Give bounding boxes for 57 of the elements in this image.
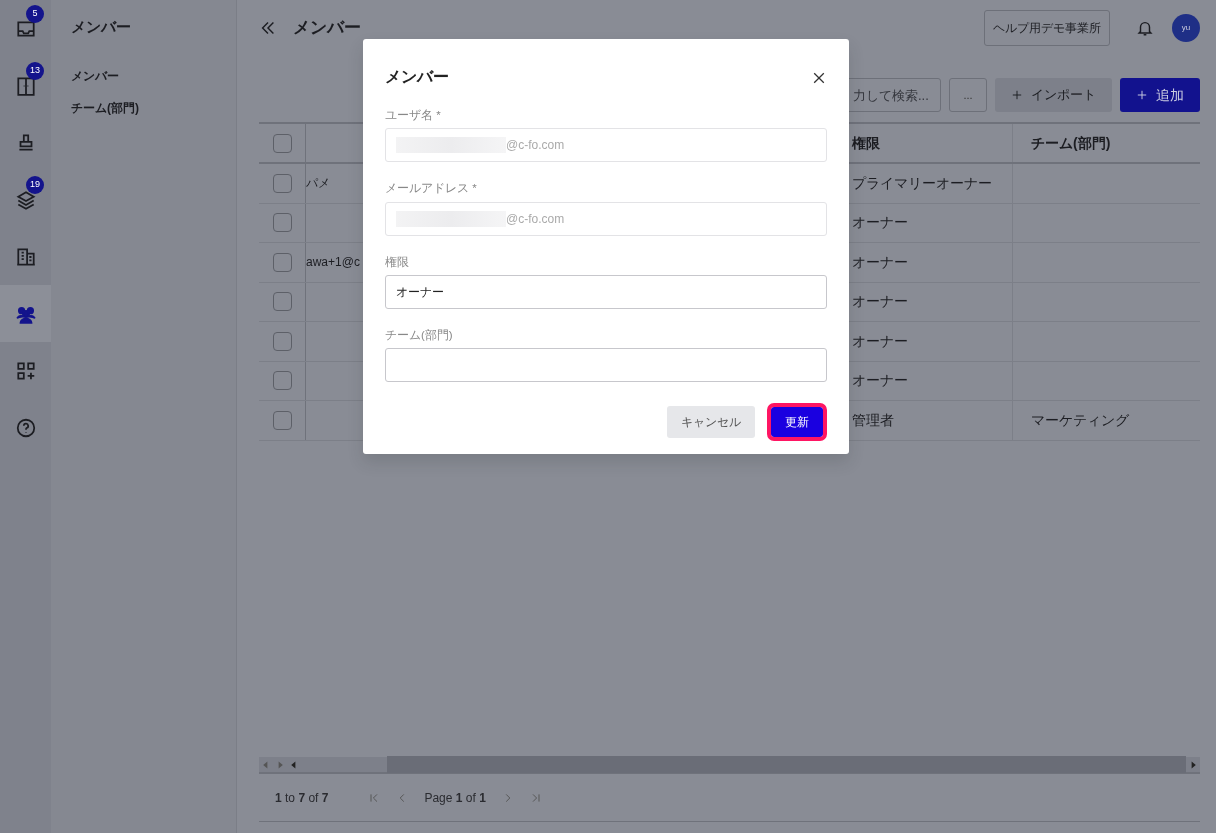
- checkbox[interactable]: [272, 252, 292, 272]
- add-button[interactable]: 追加: [1120, 78, 1200, 112]
- count-badge: 19: [26, 176, 44, 194]
- row-count: 1 to 7 of 7: [275, 789, 329, 807]
- column-header: 権限: [852, 134, 880, 151]
- office-button[interactable]: ヘルプ用デモ事業所: [984, 10, 1110, 46]
- checkbox[interactable]: [272, 410, 292, 430]
- checkbox[interactable]: [272, 133, 292, 153]
- modal-title: メンバー: [385, 67, 449, 87]
- rail-nav-item[interactable]: 13: [0, 57, 51, 114]
- user-avatar[interactable]: yu: [1172, 14, 1200, 42]
- input-field: @c-fo.com: [385, 128, 827, 163]
- import-button[interactable]: インポート: [995, 78, 1112, 112]
- rail-nav-item[interactable]: 19: [0, 171, 51, 228]
- submenu-item[interactable]: メンバー: [71, 66, 216, 85]
- count-badge: 5: [26, 5, 44, 23]
- input-field: @c-fo.com: [385, 201, 827, 236]
- rail-nav-item[interactable]: 5: [0, 0, 51, 57]
- field-label: チーム(部門): [385, 327, 454, 343]
- collapse-icon: [259, 19, 277, 37]
- table-cell: オーナー: [852, 253, 908, 270]
- page-title: メンバー: [293, 17, 361, 40]
- building-icon: [14, 245, 37, 268]
- checkbox[interactable]: [272, 371, 292, 391]
- apps-add-icon: [14, 359, 37, 382]
- table-cell: オーナー: [852, 372, 908, 389]
- horizontal-scrollbar[interactable]: [259, 757, 1200, 774]
- bell-icon: [1136, 19, 1154, 37]
- table-cell-text: マーケティング: [1031, 410, 1129, 430]
- field-label: メールアドレス *: [385, 181, 478, 197]
- table-cell: プライマリーオーナー: [852, 174, 992, 191]
- table-cell: 管理者: [852, 411, 894, 428]
- help-icon: [14, 416, 37, 439]
- page-indicator: Page 1 of 1: [424, 789, 486, 807]
- plus-icon: [1011, 89, 1023, 101]
- input-field[interactable]: [385, 348, 827, 382]
- submenu-item[interactable]: チーム(部門): [71, 98, 216, 117]
- more-button[interactable]: ...: [949, 78, 987, 112]
- table-cell: オーナー: [852, 214, 908, 231]
- count-badge: 13: [26, 62, 44, 80]
- column-header: チーム(部門): [1031, 133, 1111, 153]
- input-field[interactable]: オーナー: [385, 274, 827, 309]
- checkbox[interactable]: [272, 213, 292, 233]
- door-icon: [14, 74, 37, 97]
- table-cell: オーナー: [852, 293, 908, 310]
- plus-icon: [1136, 89, 1148, 101]
- submenu-title: メンバー: [71, 17, 132, 37]
- checkbox[interactable]: [272, 173, 292, 193]
- scrollbar-thumb[interactable]: [387, 756, 1186, 773]
- field-label: 権限: [385, 254, 410, 270]
- checkbox[interactable]: [272, 331, 292, 351]
- table-cell-text: パメ: [306, 175, 330, 193]
- cancel-button[interactable]: キャンセル: [667, 406, 755, 438]
- checkbox[interactable]: [272, 292, 292, 312]
- table-cell-text: awa+1@c: [306, 254, 360, 272]
- table-cell: オーナー: [852, 332, 908, 349]
- field-label: ユーザ名 *: [385, 108, 442, 123]
